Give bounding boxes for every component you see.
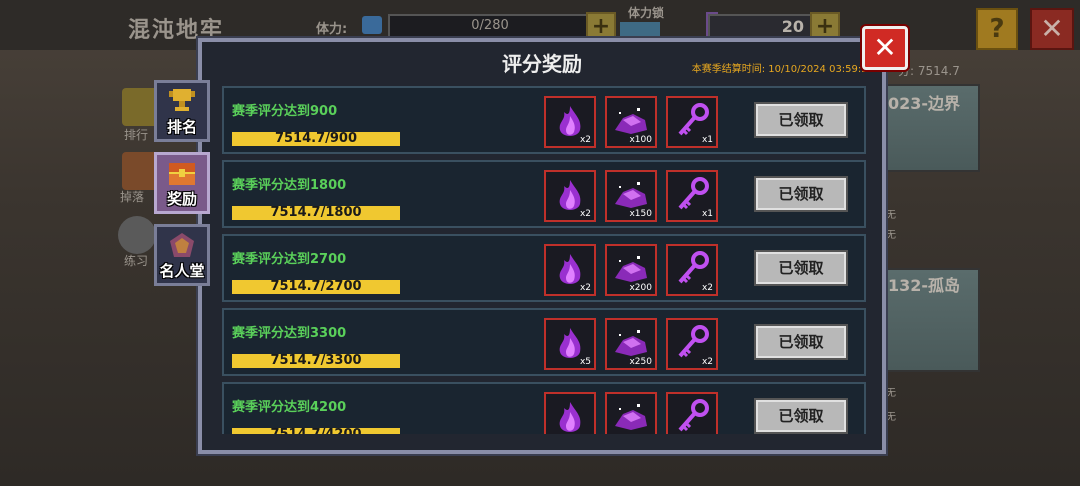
purple-ore-reward-slot[interactable]: x100 (605, 96, 657, 148)
reward-quantity: x2 (579, 135, 591, 145)
reward-threshold-label: 赛季评分达到4200 (232, 400, 347, 415)
purple-flame-reward-slot[interactable] (544, 392, 596, 434)
score-progress-text: 7514.7/900 (274, 131, 358, 146)
purple-ore-reward-slot[interactable]: x200 (605, 244, 657, 296)
reward-quantity: x2 (579, 209, 591, 219)
reward-quantity: x150 (629, 209, 652, 219)
purple-ore-reward-slot[interactable]: x250 (605, 318, 657, 370)
reward-quantity: x1 (701, 209, 713, 219)
left-nav-drop-label: 掉落 (120, 190, 145, 204)
left-nav-rank-label: 排行 (124, 128, 149, 142)
reward-row: 赛季评分达到3300 7514.7/3300 x5 x250 x2 已领取 (222, 308, 866, 376)
reward-quantity: x2 (579, 283, 591, 293)
claimed-button[interactable]: 已领取 (756, 400, 846, 432)
purple-key-reward-slot[interactable]: x2 (666, 318, 718, 370)
claimed-button[interactable]: 已领取 (756, 326, 846, 358)
purple-flame-reward-slot[interactable]: x2 (544, 96, 596, 148)
season-end-time: 本赛季结算时间: 10/10/2024 03:59:59 (691, 64, 874, 75)
purple-ore-reward-slot[interactable]: x150 (605, 170, 657, 222)
currency-value: 20 (781, 17, 804, 36)
tab-rewards[interactable]: 奖励 (154, 152, 210, 214)
tab-ranking[interactable]: 排名 (154, 80, 210, 142)
stamina-icon (362, 16, 382, 34)
hall-of-fame-icon (170, 233, 194, 257)
tab-ranking-label: 排名 (166, 118, 197, 136)
level-card-stat: 无 (886, 230, 896, 241)
score-progress-text: 7514.7/3300 (270, 353, 362, 368)
score-progress-text: 7514.7/1800 (270, 205, 362, 220)
level-card-stat: 无 (886, 210, 896, 221)
claimed-button[interactable]: 已领取 (756, 104, 846, 136)
purple-key-reward-slot[interactable]: x1 (666, 170, 718, 222)
level-card-stat: 无 (886, 388, 896, 399)
reward-quantity: x1 (701, 135, 713, 145)
score-progress-text: 7514.7/2700 (270, 279, 362, 294)
stamina-bar: 0/280 (388, 14, 592, 40)
reward-row: 赛季评分达到4200 7514.7/4200 已领取 (222, 382, 866, 434)
close-dialog-button[interactable]: ✕ (862, 26, 908, 70)
reward-quantity: x2 (701, 357, 713, 367)
reward-threshold-label: 赛季评分达到900 (232, 104, 338, 119)
currency-bar: 20 (708, 14, 812, 40)
score-progress-bar: 7514.7/3300 (232, 353, 400, 368)
purple-flame-reward-slot[interactable]: x2 (544, 244, 596, 296)
score-progress-bar: 7514.7/2700 (232, 279, 400, 294)
score-progress-text: 7514.7/4200 (232, 427, 400, 434)
purple-key-reward-slot[interactable]: x2 (666, 244, 718, 296)
reward-threshold-label: 赛季评分达到2700 (232, 252, 347, 267)
reward-threshold-label: 赛季评分达到3300 (232, 326, 347, 341)
claimed-button[interactable]: 已领取 (756, 252, 846, 284)
level-card-label: 132-孤岛 (888, 276, 961, 295)
help-button[interactable]: ? (976, 8, 1018, 50)
stamina-lock-label: 体力锁 (628, 6, 665, 20)
reward-quantity: x200 (629, 283, 652, 293)
purple-ore-reward-slot[interactable] (605, 392, 657, 434)
close-screen-button[interactable]: ✕ (1030, 8, 1074, 50)
treasure-chest-icon (169, 163, 195, 185)
reward-quantity: x5 (579, 357, 591, 367)
reward-row: 赛季评分达到2700 7514.7/2700 x2 x200 x2 已领取 (222, 234, 866, 302)
stamina-value: 0/280 (471, 18, 509, 33)
purple-key-reward-slot[interactable]: x1 (666, 96, 718, 148)
score-progress-bar: 7514.7/1800 (232, 205, 400, 220)
purple-flame-reward-slot[interactable]: x2 (544, 170, 596, 222)
stamina-lock-bar (620, 22, 660, 36)
left-nav-practice-label: 练习 (124, 254, 149, 268)
reward-list[interactable]: 赛季评分达到900 7514.7/900 x2 x100 x1 已领取 赛季评分达到1800… (222, 86, 866, 434)
reward-row: 赛季评分达到1800 7514.7/1800 x2 x150 x1 已领取 (222, 160, 866, 228)
score-reward-dialog: 评分奖励 本赛季结算时间: 10/10/2024 03:59:59 赛季评分达到… (198, 38, 886, 454)
tab-rewards-label: 奖励 (166, 190, 197, 208)
score-progress-bar: 7514.7/4200 (232, 427, 400, 434)
purple-key-reward-slot[interactable] (666, 392, 718, 434)
score-progress-bar: 7514.7/900 (232, 131, 400, 146)
stamina-label: 体力: (316, 22, 348, 37)
reward-row: 赛季评分达到900 7514.7/900 x2 x100 x1 已领取 (222, 86, 866, 154)
shield-icon[interactable] (118, 216, 156, 254)
purple-flame-reward-slot[interactable]: x5 (544, 318, 596, 370)
reward-quantity: x100 (629, 135, 652, 145)
reward-threshold-label: 赛季评分达到1800 (232, 178, 347, 193)
reward-quantity: x250 (629, 357, 652, 367)
tab-hall-of-fame[interactable]: 名人堂 (154, 224, 210, 286)
level-card-label: 023-边界 (888, 94, 961, 113)
claimed-button[interactable]: 已领取 (756, 178, 846, 210)
tab-hall-of-fame-label: 名人堂 (159, 262, 205, 280)
trophy-icon (169, 89, 195, 111)
level-card-stat: 无 (886, 412, 896, 423)
reward-quantity: x2 (701, 283, 713, 293)
